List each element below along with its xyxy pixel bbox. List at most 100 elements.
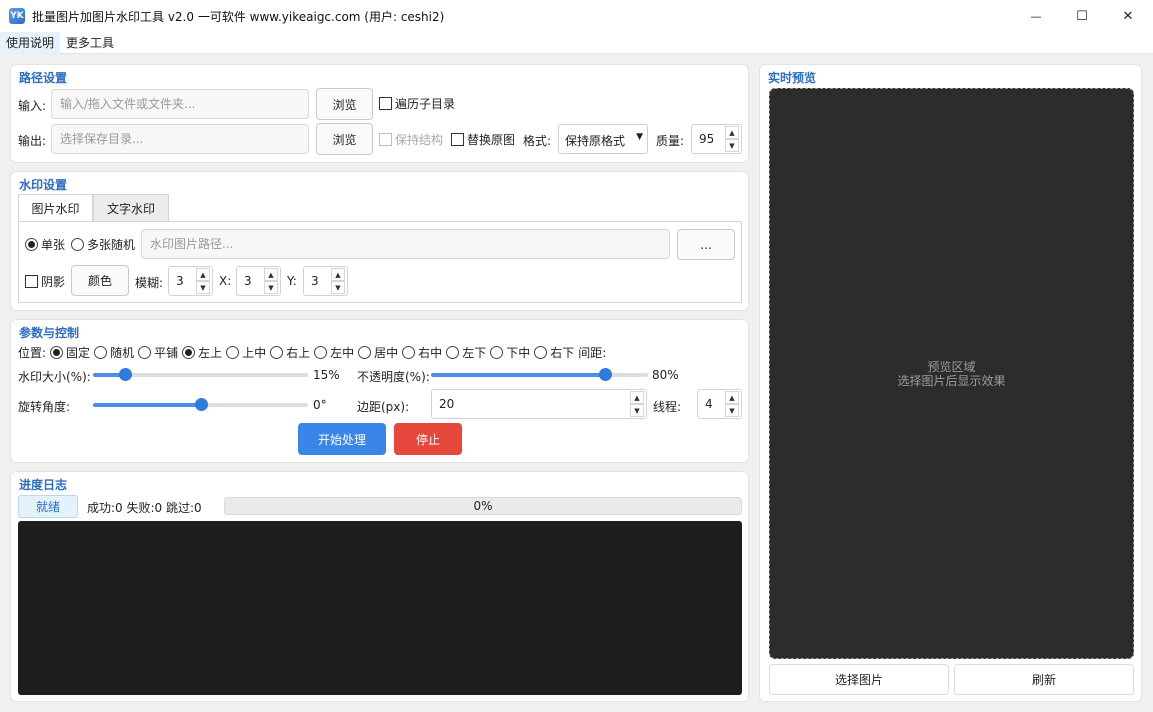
input-browse-button[interactable]: 浏览 xyxy=(316,88,373,120)
watermark-browse-button[interactable]: ... xyxy=(677,229,735,260)
spin-up-icon[interactable]: ▲ xyxy=(630,391,644,404)
spin-up-icon[interactable]: ▲ xyxy=(725,391,739,404)
preview-area: 预览区域 选择图片后显示效果 xyxy=(769,88,1134,659)
radio-multi-label: 多张随机 xyxy=(87,238,136,252)
checkbox-box xyxy=(379,97,392,110)
input-label: 输入: xyxy=(18,99,47,113)
replace-original-checkbox[interactable]: 替换原图 xyxy=(451,131,515,148)
spin-down-icon[interactable]: ▼ xyxy=(196,281,210,294)
tab-text-watermark[interactable]: 文字水印 xyxy=(93,194,169,221)
slider-handle[interactable] xyxy=(598,368,612,381)
threads-value: 4 xyxy=(705,397,713,411)
output-path-field[interactable]: 选择保存目录... xyxy=(51,124,309,154)
spin-up-icon[interactable]: ▲ xyxy=(725,126,739,139)
menu-bar: 使用说明 更多工具 xyxy=(0,31,1153,54)
menu-help[interactable]: 使用说明 xyxy=(0,31,61,54)
radio-pos-middle-right[interactable]: 右中 xyxy=(402,344,442,361)
opacity-slider[interactable] xyxy=(431,367,648,383)
shadow-y-spinbox[interactable]: 3 ▲ ▼ xyxy=(303,266,348,296)
watermark-image-path-field[interactable]: 水印图片路径... xyxy=(141,229,670,259)
radio-pos-bottom-left[interactable]: 左下 xyxy=(446,344,486,361)
radio-pos-random[interactable]: 随机 xyxy=(94,344,134,361)
margin-value: 20 xyxy=(439,397,455,411)
spin-up-icon[interactable]: ▲ xyxy=(264,268,278,281)
shadow-checkbox[interactable]: 阴影 xyxy=(25,273,65,290)
start-button[interactable]: 开始处理 xyxy=(298,423,386,455)
radio-label: 右中 xyxy=(418,346,443,360)
radio-label: 右上 xyxy=(286,346,311,360)
preview-title: 实时预览 xyxy=(768,71,817,85)
stop-button[interactable]: 停止 xyxy=(394,423,462,455)
close-button[interactable]: ✕ xyxy=(1105,0,1151,32)
radio-dot xyxy=(534,346,548,359)
replace-original-label: 替换原图 xyxy=(467,133,516,147)
refresh-button[interactable]: 刷新 xyxy=(954,664,1134,695)
spin-up-icon[interactable]: ▲ xyxy=(196,268,210,281)
rotate-slider[interactable] xyxy=(93,397,308,413)
watermark-settings-title: 水印设置 xyxy=(19,178,68,192)
maximize-button[interactable]: ☐ xyxy=(1059,0,1105,32)
radio-pos-tile[interactable]: 平铺 xyxy=(138,344,178,361)
minimize-button[interactable]: — xyxy=(1013,0,1059,32)
output-browse-button[interactable]: 浏览 xyxy=(316,123,373,155)
radio-pos-bottom-right[interactable]: 右下 xyxy=(534,344,574,361)
shadow-y-value: 3 xyxy=(311,274,319,288)
shadow-label: 阴影 xyxy=(41,275,66,289)
radio-label: 固定 xyxy=(66,346,91,360)
threads-spinbox[interactable]: 4 ▲ ▼ xyxy=(697,389,742,419)
input-path-field[interactable]: 输入/拖入文件或文件夹... xyxy=(51,89,309,119)
radio-dot xyxy=(138,346,152,359)
quality-spinbox[interactable]: 95 ▲ ▼ xyxy=(691,124,742,154)
quality-label: 质量: xyxy=(656,134,685,148)
progress-counts: 成功:0 失败:0 跳过:0 xyxy=(87,501,202,515)
radio-dot xyxy=(182,346,196,359)
shadow-x-spinbox[interactable]: 3 ▲ ▼ xyxy=(236,266,281,296)
preview-placeholder-title: 预览区域 xyxy=(927,359,976,374)
blur-spinbox[interactable]: 3 ▲ ▼ xyxy=(168,266,213,296)
spin-down-icon[interactable]: ▼ xyxy=(725,404,739,417)
tab-image-watermark[interactable]: 图片水印 xyxy=(18,194,93,221)
radio-pos-fixed[interactable]: 固定 xyxy=(50,344,90,361)
slider-handle[interactable] xyxy=(119,368,133,381)
shadow-color-button[interactable]: 颜色 xyxy=(71,265,129,296)
shadow-x-label: X: xyxy=(219,274,232,288)
radio-label: 上中 xyxy=(242,346,267,360)
keep-structure-checkbox[interactable]: 保持结构 xyxy=(379,131,443,148)
menu-more-tools[interactable]: 更多工具 xyxy=(60,32,120,54)
spin-down-icon[interactable]: ▼ xyxy=(630,404,644,417)
opacity-value: 80% xyxy=(652,368,679,382)
margin-label: 边距(px): xyxy=(357,400,410,414)
log-area[interactable] xyxy=(18,521,742,695)
radio-pos-center[interactable]: 居中 xyxy=(358,344,398,361)
blur-label: 模糊: xyxy=(135,276,164,290)
margin-spinbox[interactable]: 20 ▲ ▼ xyxy=(431,389,647,419)
radio-dot xyxy=(314,346,328,359)
radio-dot xyxy=(50,346,64,359)
spin-down-icon[interactable]: ▼ xyxy=(725,139,739,152)
checkbox-box xyxy=(379,133,392,146)
radio-pos-bottom-center[interactable]: 下中 xyxy=(490,344,530,361)
radio-dot xyxy=(226,346,240,359)
blur-value: 3 xyxy=(176,274,184,288)
shadow-y-label: Y: xyxy=(287,274,297,288)
format-label: 格式: xyxy=(523,134,552,148)
spin-down-icon[interactable]: ▼ xyxy=(331,281,345,294)
rotate-label: 旋转角度: xyxy=(18,400,71,414)
recurse-checkbox[interactable]: 遍历子目录 xyxy=(379,95,455,112)
spin-up-icon[interactable]: ▲ xyxy=(331,268,345,281)
spin-down-icon[interactable]: ▼ xyxy=(264,281,278,294)
format-select[interactable]: 保持原格式 ▼ xyxy=(558,124,648,154)
select-image-button[interactable]: 选择图片 xyxy=(769,664,949,695)
radio-label: 左上 xyxy=(198,346,223,360)
radio-label: 居中 xyxy=(374,346,399,360)
radio-single[interactable]: 单张 xyxy=(25,236,65,253)
size-slider[interactable] xyxy=(93,367,308,383)
radio-pos-top-left[interactable]: 左上 xyxy=(182,344,222,361)
radio-multi-random[interactable]: 多张随机 xyxy=(71,236,135,253)
radio-dot xyxy=(490,346,504,359)
slider-handle[interactable] xyxy=(194,398,208,411)
radio-pos-top-center[interactable]: 上中 xyxy=(226,344,266,361)
opacity-label: 不透明度(%): xyxy=(357,370,430,384)
radio-pos-top-right[interactable]: 右上 xyxy=(270,344,310,361)
radio-pos-middle-left[interactable]: 左中 xyxy=(314,344,354,361)
